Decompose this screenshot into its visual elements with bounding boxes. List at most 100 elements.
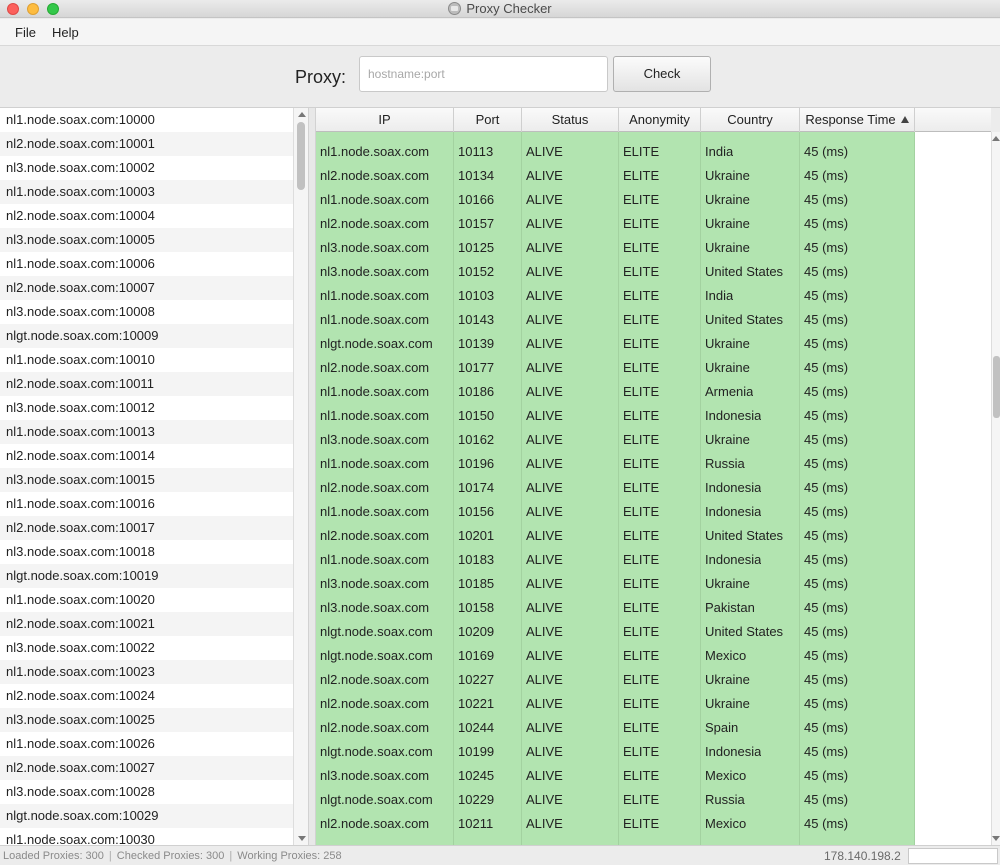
proxy-list-item[interactable]: nl2.node.soax.com:10004 — [0, 204, 293, 228]
table-rows: nl1.node.soax.com 10113 ALIVE ELITE India 45 … — [316, 140, 915, 836]
table-row[interactable]: nl3.node.soax.com 10185 ALIVE ELITE Ukraine 4… — [316, 572, 915, 596]
table-row[interactable]: nlgt.node.soax.com 10139 ALIVE ELITE Ukraine… — [316, 332, 915, 356]
status-field — [908, 848, 998, 864]
table-row[interactable]: nl2.node.soax.com 10174 ALIVE ELITE Indonesi… — [316, 476, 915, 500]
table-row[interactable]: nl1.node.soax.com 10166 ALIVE ELITE Ukraine 4… — [316, 188, 915, 212]
scroll-down-arrow-icon[interactable] — [298, 836, 306, 841]
proxy-list-scrollbar[interactable] — [293, 108, 308, 845]
table-row[interactable]: nlgt.node.soax.com 10169 ALIVE ELITE Mexico 4… — [316, 644, 915, 668]
proxy-list-item[interactable]: nl1.node.soax.com:10030 — [0, 828, 293, 845]
proxy-list-item[interactable]: nl2.node.soax.com:10007 — [0, 276, 293, 300]
proxy-list-item[interactable]: nl3.node.soax.com:10018 — [0, 540, 293, 564]
cell-response-time: 45 (ms) — [804, 768, 849, 783]
cell-anonymity: ELITE — [623, 336, 660, 351]
table-row[interactable]: nlgt.node.soax.com 10229 ALIVE ELITE Russia 4… — [316, 788, 915, 812]
proxy-list-item[interactable]: nl3.node.soax.com:10015 — [0, 468, 293, 492]
cell-status: ALIVE — [526, 552, 563, 567]
proxy-list-item[interactable]: nlgt.node.soax.com:10009 — [0, 324, 293, 348]
proxy-list-item[interactable]: nl3.node.soax.com:10025 — [0, 708, 293, 732]
menu-file[interactable]: File — [15, 25, 36, 40]
split-pane-divider[interactable] — [308, 108, 316, 845]
scrollbar-thumb[interactable] — [297, 122, 305, 190]
menu-help[interactable]: Help — [52, 25, 79, 40]
proxy-list-item[interactable]: nl1.node.soax.com:10010 — [0, 348, 293, 372]
table-row[interactable]: nl1.node.soax.com 10103 ALIVE ELITE India 45 … — [316, 284, 915, 308]
proxy-list-item[interactable]: nl1.node.soax.com:10020 — [0, 588, 293, 612]
proxy-list-item[interactable]: nl3.node.soax.com:10012 — [0, 396, 293, 420]
proxy-list-item[interactable]: nl2.node.soax.com:10021 — [0, 612, 293, 636]
proxy-list-item[interactable]: nl2.node.soax.com:10011 — [0, 372, 293, 396]
table-row[interactable]: nl1.node.soax.com 10143 ALIVE ELITE United S… — [316, 308, 915, 332]
table-row[interactable]: nl3.node.soax.com 10125 ALIVE ELITE Ukraine 4… — [316, 236, 915, 260]
table-row[interactable]: nl1.node.soax.com 10113 ALIVE ELITE India 45 … — [316, 140, 915, 164]
table-row[interactable]: nl1.node.soax.com 10183 ALIVE ELITE Indonesi… — [316, 548, 915, 572]
column-header-ip[interactable]: IP — [316, 108, 454, 132]
cell-anonymity: ELITE — [623, 504, 660, 519]
cell-anonymity: ELITE — [623, 744, 660, 759]
cell-anonymity: ELITE — [623, 528, 660, 543]
table-row[interactable]: nl2.node.soax.com 10201 ALIVE ELITE United S… — [316, 524, 915, 548]
table-body: nl1.node.soax.com 10113 ALIVE ELITE India 45 … — [316, 132, 991, 845]
column-header-port[interactable]: Port — [454, 108, 522, 132]
cell-response-time: 45 (ms) — [804, 624, 849, 639]
proxy-list-item[interactable]: nl3.node.soax.com:10005 — [0, 228, 293, 252]
proxy-list-item[interactable]: nl1.node.soax.com:10016 — [0, 492, 293, 516]
table-row[interactable]: nl2.node.soax.com 10134 ALIVE ELITE Ukraine 4… — [316, 164, 915, 188]
column-header-anonymity[interactable]: Anonymity — [619, 108, 701, 132]
column-header-response-time[interactable]: Response Time — [800, 108, 915, 132]
proxy-list-item[interactable]: nl3.node.soax.com:10002 — [0, 156, 293, 180]
table-row[interactable]: nlgt.node.soax.com 10199 ALIVE ELITE Indones… — [316, 740, 915, 764]
cell-anonymity: ELITE — [623, 576, 660, 591]
proxy-list-item[interactable]: nl3.node.soax.com:10022 — [0, 636, 293, 660]
proxy-list-item[interactable]: nl3.node.soax.com:10028 — [0, 780, 293, 804]
proxy-list-item[interactable]: nl1.node.soax.com:10000 — [0, 108, 293, 132]
table-row[interactable]: nl1.node.soax.com 10186 ALIVE ELITE Armenia 4… — [316, 380, 915, 404]
table-row[interactable]: nl3.node.soax.com 10152 ALIVE ELITE United S… — [316, 260, 915, 284]
proxy-list-item[interactable]: nlgt.node.soax.com:10029 — [0, 804, 293, 828]
proxy-list-item[interactable]: nl2.node.soax.com:10014 — [0, 444, 293, 468]
proxy-list-item[interactable]: nl1.node.soax.com:10006 — [0, 252, 293, 276]
table-row[interactable]: nl1.node.soax.com 10150 ALIVE ELITE Indonesi… — [316, 404, 915, 428]
table-row[interactable]: nl2.node.soax.com 10227 ALIVE ELITE Ukraine 4… — [316, 668, 915, 692]
check-button[interactable]: Check — [613, 56, 711, 92]
column-header-country[interactable]: Country — [701, 108, 800, 132]
proxy-list-item[interactable]: nl2.node.soax.com:10024 — [0, 684, 293, 708]
proxy-list-item[interactable]: nl1.node.soax.com:10026 — [0, 732, 293, 756]
table-row[interactable]: nl2.node.soax.com 10211 ALIVE ELITE Mexico 45… — [316, 812, 915, 836]
cell-status: ALIVE — [526, 768, 563, 783]
table-row[interactable]: nl2.node.soax.com 10157 ALIVE ELITE Ukraine 4… — [316, 212, 915, 236]
table-row[interactable]: nl2.node.soax.com 10177 ALIVE ELITE Ukraine 4… — [316, 356, 915, 380]
cell-port: 10199 — [458, 744, 495, 759]
cell-port: 10201 — [458, 528, 495, 543]
scroll-up-arrow-icon[interactable] — [992, 136, 1000, 141]
table-row[interactable]: nl2.node.soax.com 10244 ALIVE ELITE Spain 45 … — [316, 716, 915, 740]
cell-country: Mexico — [705, 816, 747, 831]
cell-anonymity: ELITE — [623, 792, 660, 807]
table-scrollbar[interactable] — [991, 132, 1000, 845]
proxy-list-item[interactable]: nl2.node.soax.com:10027 — [0, 756, 293, 780]
proxy-list-item[interactable]: nl2.node.soax.com:10017 — [0, 516, 293, 540]
cell-response-time: 45 (ms) — [804, 504, 849, 519]
proxy-list-item[interactable]: nl1.node.soax.com:10003 — [0, 180, 293, 204]
scrollbar-thumb[interactable] — [993, 356, 1000, 418]
proxy-list-item[interactable]: nlgt.node.soax.com:10019 — [0, 564, 293, 588]
table-row[interactable]: nl3.node.soax.com 10158 ALIVE ELITE Pakistan… — [316, 596, 915, 620]
cell-status: ALIVE — [526, 576, 563, 591]
proxy-list-item[interactable]: nl2.node.soax.com:10001 — [0, 132, 293, 156]
table-row[interactable]: nl2.node.soax.com 10221 ALIVE ELITE Ukraine 4… — [316, 692, 915, 716]
column-header-status[interactable]: Status — [522, 108, 619, 132]
scroll-up-arrow-icon[interactable] — [298, 112, 306, 117]
table-row[interactable]: nlgt.node.soax.com 10209 ALIVE ELITE United … — [316, 620, 915, 644]
cell-response-time: 45 (ms) — [804, 432, 849, 447]
cell-response-time: 45 (ms) — [804, 552, 849, 567]
table-row[interactable]: nl3.node.soax.com 10245 ALIVE ELITE Mexico 45… — [316, 764, 915, 788]
table-row[interactable]: nl1.node.soax.com 10196 ALIVE ELITE Russia 45… — [316, 452, 915, 476]
proxy-input[interactable] — [359, 56, 608, 92]
proxy-list-item[interactable]: nl1.node.soax.com:10013 — [0, 420, 293, 444]
scroll-down-arrow-icon[interactable] — [992, 836, 1000, 841]
proxy-list-item[interactable]: nl1.node.soax.com:10023 — [0, 660, 293, 684]
table-row[interactable]: nl1.node.soax.com 10156 ALIVE ELITE Indonesi… — [316, 500, 915, 524]
proxy-list-item[interactable]: nl3.node.soax.com:10008 — [0, 300, 293, 324]
cell-status: ALIVE — [526, 144, 563, 159]
table-row[interactable]: nl3.node.soax.com 10162 ALIVE ELITE Ukraine 4… — [316, 428, 915, 452]
